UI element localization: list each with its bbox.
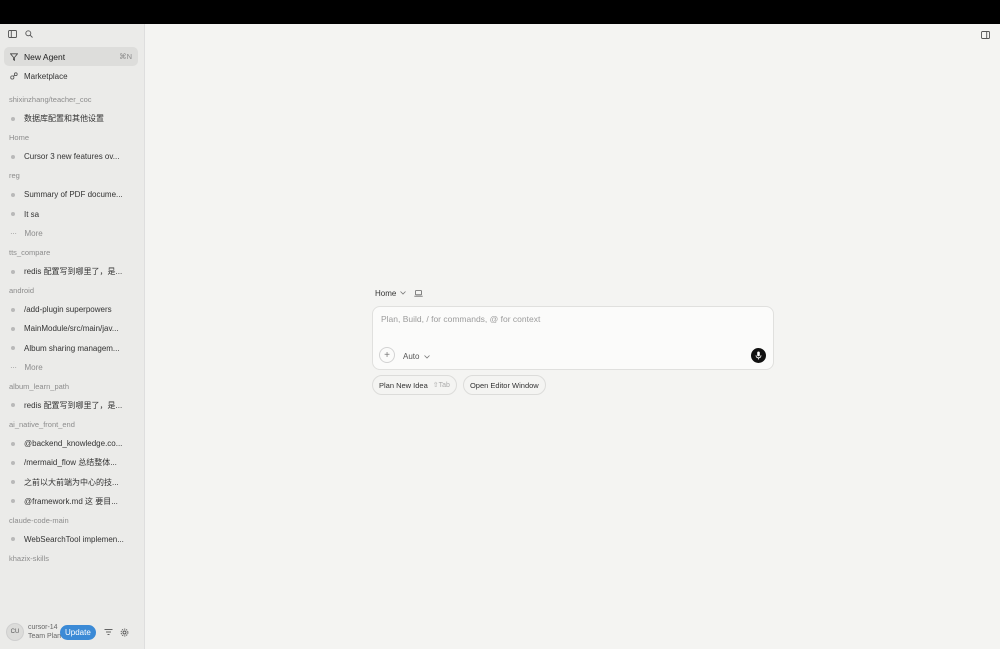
chat-item-label: MainModule/src/main/jav... — [24, 324, 119, 334]
filter-icon[interactable] — [104, 628, 113, 636]
search-icon[interactable] — [25, 30, 33, 38]
main-panel: Home Plan, Build, / for commands, @ for … — [145, 24, 1000, 649]
chevron-down-icon — [400, 291, 407, 295]
project-group-title[interactable]: album_learn_path — [0, 377, 144, 396]
status-dot-icon — [11, 326, 15, 331]
right-panel-toggle-icon[interactable] — [981, 31, 990, 39]
status-dot-icon — [11, 346, 15, 351]
project-groups: shixinzhang/teacher_coc 数据库配置和其他设置 Home Cur… — [0, 90, 144, 568]
chat-item-label: Summary of PDF docume... — [24, 190, 123, 200]
marketplace-icon — [10, 72, 18, 80]
show-more-button[interactable]: ··· More — [0, 358, 144, 377]
sidebar-footer: CU cursor-14 Team Plan Update — [0, 615, 144, 649]
project-group-title[interactable]: shixinzhang/teacher_coc — [0, 90, 144, 109]
plan-new-idea-button[interactable]: Plan New Idea ⇧Tab — [372, 375, 457, 395]
status-dot-icon — [11, 480, 15, 485]
update-button[interactable]: Update — [60, 624, 96, 640]
sidebar: New Agent ⌘N Marketplace shixinzhang/tea… — [0, 24, 145, 649]
status-dot-icon — [11, 441, 15, 446]
new-agent-button[interactable]: New Agent ⌘N — [4, 47, 138, 66]
status-dot-icon — [11, 212, 15, 217]
status-dot-icon — [11, 460, 15, 465]
quick-actions: Plan New Idea ⇧Tab Open Editor Window — [372, 375, 774, 395]
user-info[interactable]: cursor-14 Team Plan — [28, 623, 62, 641]
composer-box[interactable]: Plan, Build, / for commands, @ for conte… — [372, 306, 774, 370]
chat-list-item[interactable]: redis 配置写到哪里了，是... — [0, 262, 144, 281]
status-dot-icon — [11, 403, 15, 408]
status-dot-icon — [11, 116, 15, 121]
chat-list-item[interactable]: 数据库配置和其他设置 — [0, 109, 144, 128]
settings-gear-icon[interactable] — [120, 628, 129, 637]
ellipsis-icon: ··· — [10, 228, 17, 238]
sidebar-toolbar — [8, 30, 33, 38]
ellipsis-icon: ··· — [10, 362, 17, 372]
chat-list-item[interactable]: Summary of PDF docume... — [0, 185, 144, 204]
context-label: Home — [375, 288, 397, 298]
plan-new-idea-shortcut: ⇧Tab — [432, 382, 450, 389]
marketplace-label: Marketplace — [24, 71, 68, 81]
microphone-icon — [755, 351, 762, 360]
chat-item-label: /mermaid_flow 总结整体... — [24, 458, 117, 468]
composer-area: Home Plan, Build, / for commands, @ for … — [372, 286, 774, 395]
sidebar-toggle-icon[interactable] — [8, 30, 17, 38]
chat-item-label: redis 配置写到哪里了，是... — [24, 267, 123, 277]
chat-item-label: @framework.md 这 要目... — [24, 496, 118, 506]
show-more-label: More — [24, 228, 43, 238]
filter-funnel-icon — [10, 52, 18, 61]
laptop-icon[interactable] — [414, 289, 424, 297]
status-dot-icon — [11, 192, 15, 197]
chat-item-label: It sa — [24, 209, 40, 219]
chat-item-label: 数据库配置和其他设置 — [24, 114, 104, 124]
status-dot-icon — [11, 154, 15, 159]
chat-list-item[interactable]: Album sharing managem... — [0, 339, 144, 358]
chat-item-label: Album sharing managem... — [24, 343, 120, 353]
chat-item-label: 之前以大前端为中心的技... — [24, 477, 119, 487]
open-editor-window-button[interactable]: Open Editor Window — [462, 375, 546, 395]
avatar[interactable]: CU — [6, 623, 24, 641]
chat-list-item[interactable]: Cursor 3 new features ov... — [0, 147, 144, 166]
chat-list-item[interactable]: @backend_knowledge.co... — [0, 434, 144, 453]
chat-list-item[interactable]: @framework.md 这 要目... — [0, 492, 144, 511]
open-editor-window-label: Open Editor Window — [469, 380, 539, 390]
microphone-button[interactable] — [751, 348, 766, 363]
mode-label: Auto — [403, 352, 420, 361]
chat-list-item[interactable]: /add-plugin superpowers — [0, 300, 144, 319]
chevron-down-icon — [423, 355, 430, 359]
status-dot-icon — [11, 307, 15, 312]
chat-list-item[interactable]: It sa — [0, 205, 144, 224]
marketplace-link[interactable]: Marketplace — [4, 68, 138, 84]
mode-selector[interactable]: Auto — [403, 352, 430, 361]
user-name: cursor-14 — [28, 624, 58, 631]
context-selector[interactable]: Home — [375, 286, 774, 300]
project-group-title[interactable]: ai_native_front_end — [0, 415, 144, 434]
status-dot-icon — [11, 537, 15, 542]
new-agent-shortcut: ⌘N — [119, 52, 132, 61]
chat-item-label: redis 配置写到哪里了，是... — [24, 400, 123, 410]
project-group-title[interactable]: khazix-skills — [0, 549, 144, 568]
composer-input[interactable]: Plan, Build, / for commands, @ for conte… — [381, 314, 540, 324]
status-dot-icon — [11, 499, 15, 504]
chat-list-item[interactable]: WebSearchTool implemen... — [0, 530, 144, 549]
show-more-label: More — [24, 362, 43, 372]
chat-list-item[interactable]: redis 配置写到哪里了，是... — [0, 396, 144, 415]
chat-item-label: @backend_knowledge.co... — [24, 439, 123, 449]
chat-item-label: Cursor 3 new features ov... — [24, 152, 120, 162]
user-plan: Team Plan — [28, 633, 62, 640]
new-agent-label: New Agent — [24, 51, 66, 62]
add-attachment-button[interactable]: + — [379, 347, 395, 363]
chat-item-label: WebSearchTool implemen... — [24, 534, 124, 544]
chat-item-label: /add-plugin superpowers — [24, 305, 112, 315]
status-dot-icon — [11, 269, 15, 274]
plan-new-idea-label: Plan New Idea — [379, 380, 428, 390]
project-group-title[interactable]: claude-code-main — [0, 511, 144, 530]
show-more-button[interactable]: ··· More — [0, 224, 144, 243]
window-top-bar — [0, 0, 1000, 24]
project-group-title[interactable]: reg — [0, 166, 144, 185]
chat-list-item[interactable]: MainModule/src/main/jav... — [0, 319, 144, 338]
chat-list-item[interactable]: /mermaid_flow 总结整体... — [0, 453, 144, 472]
chat-list-item[interactable]: 之前以大前端为中心的技... — [0, 472, 144, 491]
project-group-title[interactable]: android — [0, 281, 144, 300]
project-group-title[interactable]: tts_compare — [0, 243, 144, 262]
project-group-title[interactable]: Home — [0, 128, 144, 147]
